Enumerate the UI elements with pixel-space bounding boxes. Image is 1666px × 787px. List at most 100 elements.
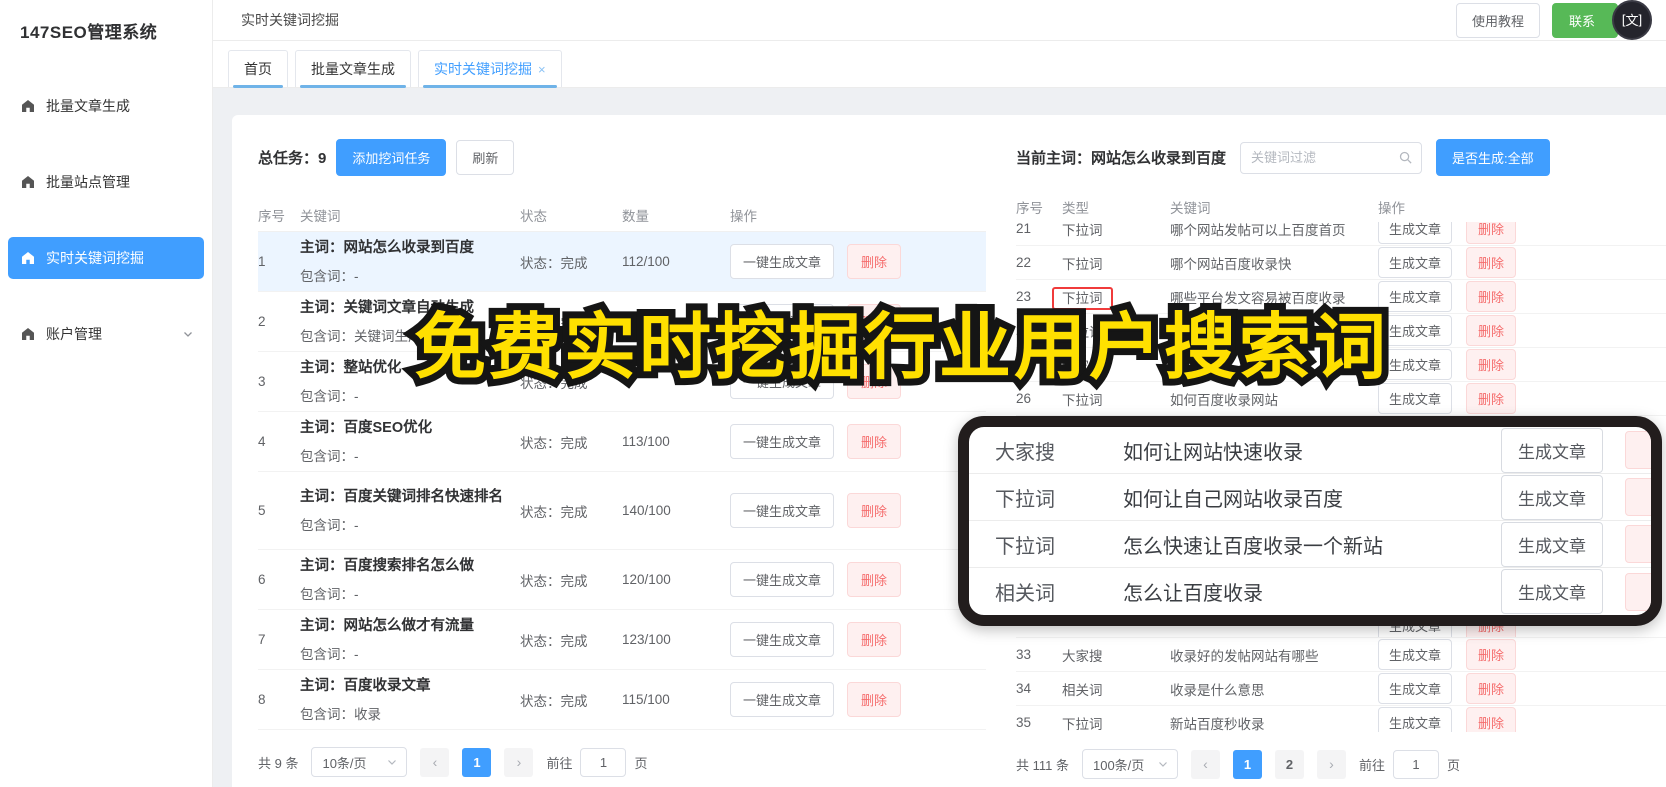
delete-button[interactable]: 删除: [1466, 673, 1517, 704]
table-row[interactable]: 8 主词：百度收录文章 包含词：收录 状态：完成 115/100 一键生成文章 删除: [258, 670, 986, 731]
keyword-filter: [1240, 141, 1423, 174]
delete-button: [1625, 478, 1651, 516]
generate-article-button[interactable]: 生成文章: [1378, 247, 1453, 278]
delete-button[interactable]: 删除: [1466, 383, 1517, 414]
delete-button[interactable]: 删除: [1466, 349, 1517, 380]
delete-button[interactable]: 删除: [847, 424, 902, 460]
table-row[interactable]: 35 下拉词 新站百度秒收录 生成文章 删除: [1016, 706, 1666, 732]
app-title: 147SEO管理系统: [20, 23, 158, 42]
generate-article-button[interactable]: 生成文章: [1378, 222, 1453, 244]
page-size-select[interactable]: 10条/页: [311, 747, 408, 778]
close-icon[interactable]: ×: [538, 62, 546, 77]
inset-row: 下拉词 如何让自己网站收录百度 生成文章: [969, 474, 1651, 521]
sidebar-item-article-generation[interactable]: 批量文章生成: [8, 85, 204, 127]
delete-button[interactable]: 删除: [1466, 639, 1517, 670]
home-icon: [20, 98, 36, 114]
page-number-1[interactable]: 1: [462, 747, 492, 777]
home-icon: [20, 326, 36, 342]
total-tasks-label: 总任务：9: [258, 150, 327, 167]
add-task-button[interactable]: 添加挖词任务: [336, 139, 447, 176]
table-row[interactable]: 33 大家搜 收录好的发帖网站有哪些 生成文章 删除: [1016, 638, 1666, 672]
generate-article-button[interactable]: 生成文章: [1378, 673, 1453, 704]
sidebar-item-label: 账户管理: [46, 326, 102, 342]
generate-article-button[interactable]: 生成文章: [1378, 383, 1453, 414]
app-root: 147SEO管理系统 批量文章生成 批量站点管理 实时关键词挖掘 账户管理 实时…: [0, 0, 1666, 787]
generate-article-button[interactable]: 一键生成文章: [730, 424, 835, 460]
generate-article-button: 生成文章: [1501, 521, 1603, 567]
generate-article-button[interactable]: 一键生成文章: [730, 622, 835, 658]
keyword-filter-input[interactable]: [1240, 141, 1423, 174]
clipped-row-container: 35 下拉词 新站百度秒收录 生成文章 删除: [1016, 706, 1666, 732]
page-number-1[interactable]: 1: [1232, 749, 1262, 779]
task-pagination: 共 9 条 10条/页 ‹ 1 › 前往 页: [258, 747, 986, 778]
keyword-panel-header: 当前主词：网站怎么收录到百度 是否生成:全部: [1016, 139, 1666, 176]
prev-page-button[interactable]: ‹: [1190, 749, 1220, 779]
clipped-row-container: 21 下拉词 哪个网站发帖可以上百度首页 生成文章 删除: [1016, 222, 1666, 246]
table-row[interactable]: 22 下拉词 哪个网站百度收录快 生成文章 删除: [1016, 246, 1666, 280]
home-icon: [20, 250, 36, 266]
tab-article-generation[interactable]: 批量文章生成: [295, 50, 411, 88]
table-row[interactable]: 21 下拉词 哪个网站发帖可以上百度首页 生成文章 删除: [1016, 222, 1666, 246]
delete-button[interactable]: 删除: [847, 244, 902, 279]
inset-row: 相关词 怎么让百度收录 生成文章: [969, 568, 1651, 615]
delete-button[interactable]: 删除: [1466, 281, 1517, 312]
search-icon: [1398, 150, 1413, 165]
generate-article-button[interactable]: 一键生成文章: [730, 493, 835, 529]
page-size-select[interactable]: 100条/页: [1081, 749, 1178, 779]
goto-page-input[interactable]: [1393, 749, 1439, 779]
delete-button[interactable]: 删除: [1466, 247, 1517, 278]
table-row[interactable]: 6 主词：百度搜索排名怎么做 包含词：- 状态：完成 120/100 一键生成文章删…: [258, 550, 986, 611]
table-row[interactable]: 34 相关词 收录是什么意思 生成文章 删除: [1016, 672, 1666, 706]
delete-button: [1625, 431, 1651, 469]
goto-page-input[interactable]: [580, 747, 627, 777]
tab-home[interactable]: 首页: [228, 50, 288, 88]
generate-article-button: 生成文章: [1501, 427, 1603, 473]
contact-button[interactable]: 联系: [1551, 2, 1618, 38]
generate-article-button[interactable]: 生成文章: [1378, 281, 1453, 312]
delete-button[interactable]: 删除: [847, 562, 902, 598]
sidebar-item-keyword-mining[interactable]: 实时关键词挖掘: [8, 237, 204, 279]
promo-headline: 免费实时挖掘行业用户搜索词: [407, 301, 1393, 395]
sidebar-item-label: 批量文章生成: [46, 98, 130, 114]
next-page-button[interactable]: ›: [1316, 749, 1346, 779]
generate-article-button[interactable]: 一键生成文章: [730, 562, 835, 598]
tutorial-button[interactable]: 使用教程: [1455, 2, 1540, 38]
tab-keyword-mining[interactable]: 实时关键词挖掘 ×: [418, 50, 562, 88]
prev-page-button[interactable]: ‹: [420, 747, 450, 777]
tab-bar: 首页 批量文章生成 实时关键词挖掘 ×: [213, 41, 1666, 88]
delete-button[interactable]: 删除: [1466, 315, 1517, 346]
task-panel: 总任务：9 添加挖词任务 刷新 序号 关键词 状态 数量 操作 1 主词：网站怎么收…: [232, 115, 1004, 787]
delete-button[interactable]: 删除: [1466, 222, 1517, 244]
generate-article-button[interactable]: 一键生成文章: [730, 244, 835, 279]
inset-row: 大家搜 如何让网站快速收录 生成文章: [969, 427, 1651, 474]
sidebar-item-label: 实时关键词挖掘: [46, 250, 144, 266]
delete-button[interactable]: 删除: [1466, 707, 1517, 732]
generate-article-button[interactable]: 生成文章: [1378, 315, 1453, 346]
table-row[interactable]: 5 主词：百度关键词排名快速排名 包含词：- 状态：完成 140/100 一键生成文…: [258, 472, 986, 551]
delete-button[interactable]: 删除: [847, 682, 902, 718]
table-row[interactable]: 4 主词：百度SEO优化 包含词：- 状态：完成 113/100 一键生成文章 删除: [258, 412, 986, 473]
delete-button[interactable]: 删除: [847, 622, 902, 658]
keyword-pagination: 共 111 条 100条/页 ‹ 1 2 › 前往 页: [1016, 749, 1666, 779]
generate-article-button[interactable]: 一键生成文章: [730, 682, 835, 718]
delete-button[interactable]: 删除: [847, 493, 902, 529]
generate-all-button[interactable]: 是否生成:全部: [1436, 139, 1550, 176]
table-row[interactable]: 7 主词：网站怎么做才有流量 包含词：- 状态：完成 123/100 一键生成文章删…: [258, 610, 986, 671]
generate-article-button[interactable]: 生成文章: [1378, 349, 1453, 380]
task-toolbar: 总任务：9 添加挖词任务 刷新: [258, 139, 986, 176]
table-row[interactable]: 1 主词：网站怎么收录到百度 包含词：- 状态：完成 112/100 一键生成文章删…: [258, 232, 986, 293]
delete-button: [1625, 572, 1651, 611]
generate-article-button: 生成文章: [1501, 569, 1603, 614]
generate-article-button[interactable]: 生成文章: [1378, 639, 1453, 670]
chevron-down-icon: [182, 328, 194, 340]
main-area: 实时关键词挖掘 使用教程 联系 [文] 首页 批量文章生成 实时关键词挖掘 × 总…: [213, 0, 1666, 787]
refresh-button[interactable]: 刷新: [456, 140, 515, 175]
watermark-icon: [文]: [1612, 0, 1652, 40]
generate-article-button[interactable]: 生成文章: [1378, 707, 1453, 732]
sidebar-item-account[interactable]: 账户管理: [8, 313, 204, 355]
chevron-down-icon: [1157, 758, 1169, 770]
sidebar-item-site-management[interactable]: 批量站点管理: [8, 161, 204, 203]
page-number-2[interactable]: 2: [1274, 749, 1304, 779]
next-page-button[interactable]: ›: [504, 747, 534, 777]
top-bar: 实时关键词挖掘 使用教程 联系 [文]: [213, 0, 1666, 41]
